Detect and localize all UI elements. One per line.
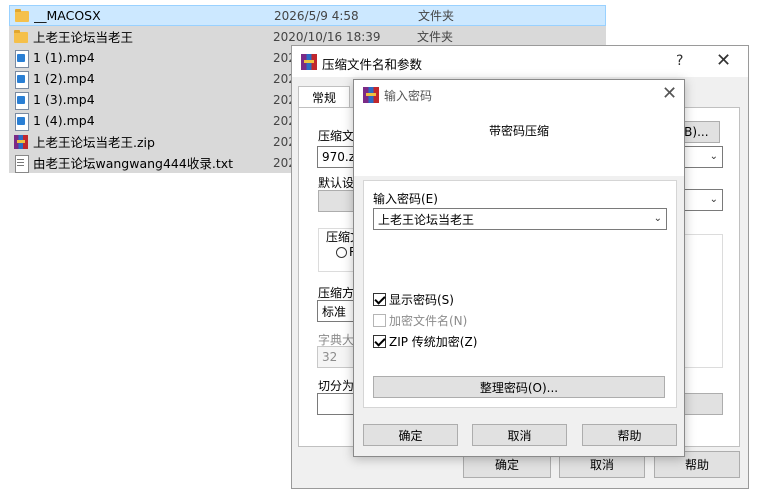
chevron-down-icon[interactable]: ⌄ — [710, 194, 718, 205]
compression-method-value: 标准 — [322, 304, 347, 319]
dictionary-size-combo[interactable]: 32 — [317, 346, 357, 368]
ok-button[interactable]: 确定 — [363, 424, 458, 446]
file-name: 上老王论坛当老王.zip — [33, 135, 155, 150]
tab-general-label: 常规 — [311, 91, 336, 105]
chevron-down-icon[interactable]: ⌄ — [710, 151, 718, 162]
file-name: 1 (4).mp4 — [33, 113, 95, 128]
profiles-button[interactable] — [318, 190, 358, 212]
dictionary-size-value: 32 — [322, 350, 338, 364]
password-panel: 输入密码(E) 上老王论坛当老王 ⌄ 显示密码(S) 加密文件名(N) ZIP … — [363, 180, 677, 408]
file-name: 1 (3).mp4 — [33, 92, 95, 107]
compression-method-label: 压缩方 — [318, 286, 355, 300]
tab-general[interactable]: 常规 — [298, 86, 350, 108]
file-name: 1 (1).mp4 — [33, 50, 95, 65]
dialog-header-area: 带密码压缩 — [354, 110, 684, 176]
cancel-button-label: 取消 — [507, 428, 532, 443]
help-button[interactable]: 帮助 — [582, 424, 677, 446]
file-date: 2026/5/9 4:58 — [274, 8, 359, 23]
file-date: 2020/10/16 18:39 — [273, 29, 381, 44]
chevron-down-icon[interactable]: ⌄ — [654, 213, 662, 224]
close-icon[interactable]: ✕ — [716, 52, 731, 70]
ok-button-label: 确定 — [398, 428, 423, 443]
cancel-button-label: 取消 — [589, 458, 614, 472]
organize-passwords-button[interactable]: 整理密码(O)... — [373, 376, 665, 398]
file-name: 由老王论坛wangwang444收录.txt — [33, 156, 234, 171]
video-file-icon — [13, 112, 29, 131]
archive-name-label: 压缩文 — [318, 129, 355, 143]
winrar-logo-icon — [301, 54, 317, 70]
encrypt-filenames-checkbox[interactable]: 加密文件名(N) — [373, 312, 467, 329]
checkbox-checked-icon — [373, 293, 386, 306]
file-type: 文件夹 — [417, 30, 454, 44]
password-label: 输入密码(E) — [373, 192, 438, 206]
dialog-heading: 带密码压缩 — [488, 124, 549, 138]
checkbox-checked-icon — [373, 335, 386, 348]
show-password-checkbox[interactable]: 显示密码(S) — [373, 291, 454, 308]
file-row[interactable]: __MACOSX 2026/5/9 4:58 文件夹 — [9, 5, 606, 26]
video-file-icon — [13, 91, 29, 110]
compression-method-combo[interactable]: 标准 — [317, 300, 357, 322]
file-row[interactable]: 上老王论坛当老王 2020/10/16 18:39 文件夹 — [9, 26, 606, 47]
video-file-icon — [13, 70, 29, 89]
file-name: 上老王论坛当老王 — [33, 30, 134, 45]
help-button-label: 帮助 — [617, 428, 642, 443]
dialog-title: 压缩文件名和参数 — [322, 57, 423, 72]
text-file-icon — [13, 154, 29, 173]
organize-passwords-label: 整理密码(O)... — [479, 380, 559, 395]
checkbox-unchecked-icon — [373, 314, 386, 327]
encrypt-filenames-label: 加密文件名(N) — [389, 314, 468, 328]
default-settings-label: 默认设 — [318, 176, 355, 190]
password-value: 上老王论坛当老王 — [378, 212, 475, 227]
close-icon[interactable]: ✕ — [662, 85, 677, 103]
dialog-titlebar[interactable]: 输入密码 ✕ — [354, 80, 684, 110]
zip-legacy-encryption-checkbox[interactable]: ZIP 传统加密(Z) — [373, 333, 477, 350]
password-input[interactable]: 上老王论坛当老王 ⌄ — [373, 208, 667, 230]
radio-icon — [336, 246, 347, 258]
help-button-label: 帮助 — [684, 458, 709, 472]
folder-icon — [14, 8, 30, 24]
file-type: 文件夹 — [418, 9, 455, 23]
split-volumes-label: 切分为 — [318, 379, 355, 393]
folder-icon — [13, 29, 29, 45]
show-password-label: 显示密码(S) — [389, 293, 454, 307]
dialog-title: 输入密码 — [384, 89, 433, 103]
enter-password-dialog: 输入密码 ✕ 带密码压缩 输入密码(E) 上老王论坛当老王 ⌄ 显示密码(S) … — [353, 79, 685, 457]
video-file-icon — [13, 49, 29, 68]
file-name: 1 (2).mp4 — [33, 71, 95, 86]
winrar-logo-icon — [363, 87, 379, 103]
file-name: __MACOSX — [34, 8, 101, 23]
cancel-button[interactable]: 取消 — [472, 424, 567, 446]
dialog-titlebar[interactable]: 压缩文件名和参数 ? ✕ — [292, 46, 748, 77]
zip-legacy-encryption-label: ZIP 传统加密(Z) — [389, 335, 478, 349]
help-icon[interactable]: ? — [676, 53, 683, 69]
split-volumes-combo[interactable] — [317, 393, 357, 415]
zip-archive-icon — [13, 134, 29, 150]
ok-button-label: 确定 — [494, 458, 519, 472]
